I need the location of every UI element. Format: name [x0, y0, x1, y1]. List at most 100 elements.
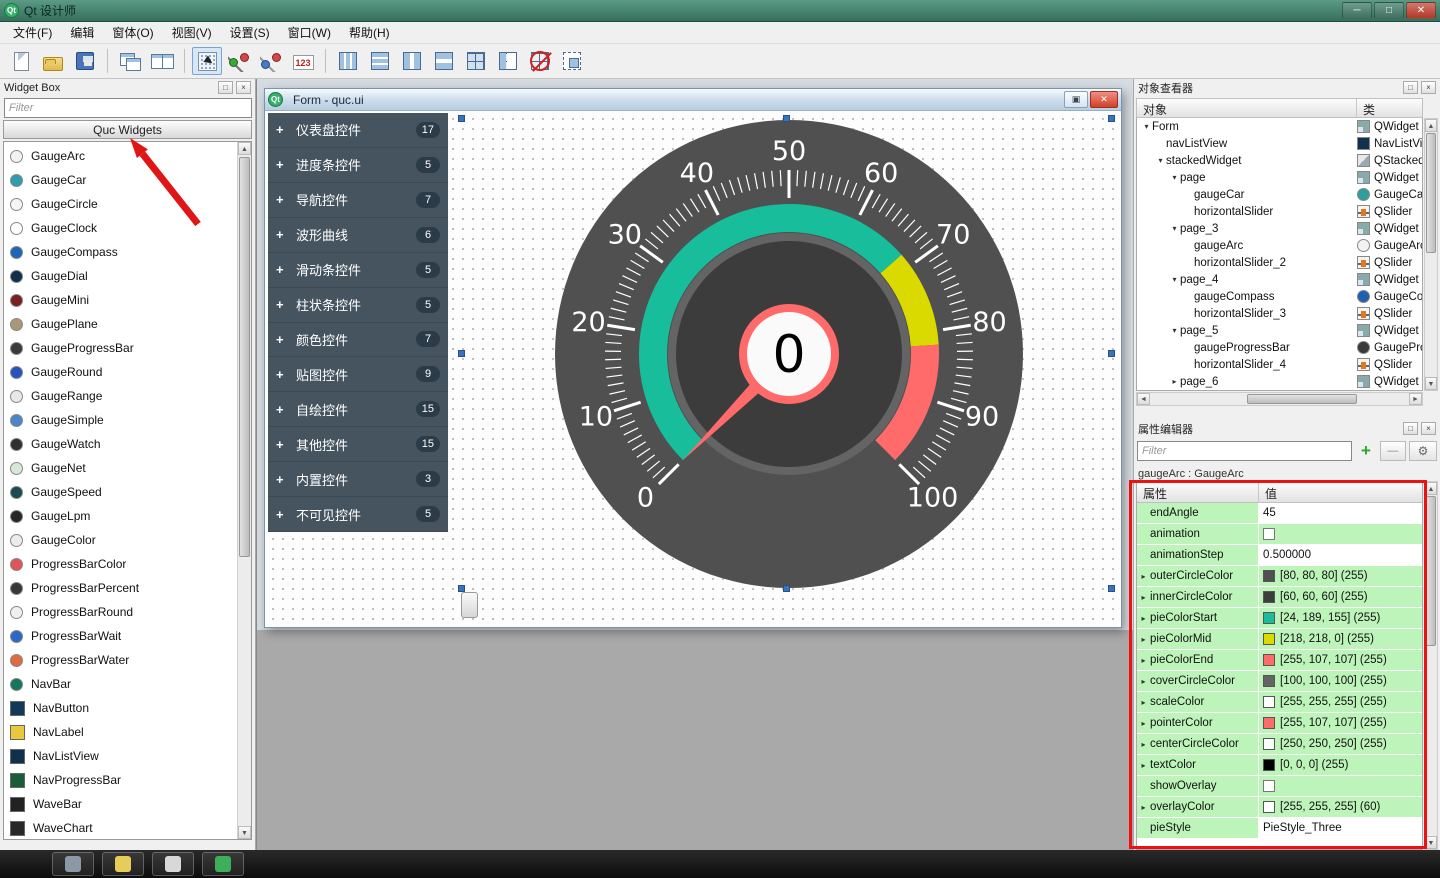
object-tree-vscrollbar[interactable]: ▲ ▼ — [1424, 118, 1438, 391]
property-row[interactable]: ▸textColor[0, 0, 0] (255) — [1137, 755, 1422, 776]
object-tree-hscrollbar[interactable]: ◄ ► — [1136, 392, 1423, 406]
property-value-cell[interactable]: [100, 100, 100] (255) — [1259, 671, 1422, 691]
widget-list-item[interactable]: GaugeSimple — [4, 408, 251, 432]
expand-arrow-icon[interactable]: ▸ — [1137, 803, 1150, 812]
property-row[interactable]: ▸scaleColor[255, 255, 255] (255) — [1137, 692, 1422, 713]
close-panel-icon[interactable]: × — [1421, 422, 1436, 435]
nav-list-item[interactable]: +波形曲线6 — [268, 218, 448, 253]
form-restore-button[interactable]: ▣ — [1064, 91, 1088, 108]
widget-list-item[interactable]: WaveBar — [4, 792, 251, 816]
widget-list-item[interactable]: NavButton — [4, 696, 251, 720]
property-row[interactable]: pieStylePieStyle_Three — [1137, 818, 1422, 839]
close-panel-icon[interactable]: × — [236, 81, 251, 94]
property-row[interactable]: endAngle45 — [1137, 503, 1422, 524]
property-value-cell[interactable]: [255, 255, 255] (255) — [1259, 692, 1422, 712]
tree-expander-icon[interactable]: ▾ — [1169, 326, 1180, 335]
widget-list-item[interactable]: GaugeColor — [4, 528, 251, 552]
tree-expander-icon[interactable]: ▾ — [1169, 224, 1180, 233]
taskbar-button[interactable] — [102, 852, 144, 876]
property-row[interactable]: ▸overlayColor[255, 255, 255] (60) — [1137, 797, 1422, 818]
tile-windows-button[interactable] — [147, 47, 177, 75]
property-row[interactable]: ▸centerCircleColor[250, 250, 250] (255) — [1137, 734, 1422, 755]
layout-vertically-button[interactable] — [333, 47, 363, 75]
scroll-up-icon[interactable]: ▲ — [1425, 119, 1437, 132]
column-class[interactable]: 类 — [1357, 99, 1422, 117]
gauge-widget[interactable]: 01020304050607080901000 — [554, 119, 1024, 589]
tree-expander-icon[interactable]: ▾ — [1169, 275, 1180, 284]
object-tree-row[interactable]: ▾FormQWidget — [1137, 118, 1422, 135]
property-row[interactable]: ▸pieColorStart[24, 189, 155] (255) — [1137, 608, 1422, 629]
form-close-button[interactable]: ✕ — [1090, 91, 1118, 108]
horizontal-slider-widget[interactable] — [461, 592, 478, 618]
break-layout-button[interactable] — [525, 47, 555, 75]
scroll-up-icon[interactable]: ▲ — [238, 142, 251, 155]
edit-widgets-button[interactable] — [192, 47, 222, 75]
widget-list-item[interactable]: GaugeCompass — [4, 240, 251, 264]
form-titlebar[interactable]: Qt Form - quc.ui ▣ ✕ — [265, 89, 1121, 111]
object-tree-row[interactable]: ▸page_6QWidget — [1137, 373, 1422, 390]
expand-arrow-icon[interactable]: ▸ — [1137, 572, 1150, 581]
nav-list-item[interactable]: +内置控件3 — [268, 462, 448, 497]
expand-arrow-icon[interactable]: ▸ — [1137, 761, 1150, 770]
tree-expander-icon[interactable]: ▾ — [1141, 122, 1152, 131]
expand-arrow-icon[interactable]: ▸ — [1137, 677, 1150, 686]
property-row[interactable]: animationStep0.500000 — [1137, 545, 1422, 566]
float-panel-icon[interactable]: □ — [1403, 81, 1418, 94]
object-tree-row[interactable]: gaugeCarGaugeCar — [1137, 186, 1422, 203]
widget-list-item[interactable]: WaveChart — [4, 816, 251, 840]
widget-list-item[interactable]: GaugePlane — [4, 312, 251, 336]
taskbar-button[interactable] — [202, 852, 244, 876]
nav-list-item[interactable]: +柱状条控件5 — [268, 288, 448, 323]
open-form-button[interactable] — [38, 47, 68, 75]
object-tree-row[interactable]: ▾page_4QWidget — [1137, 271, 1422, 288]
property-row[interactable]: ▸innerCircleColor[60, 60, 60] (255) — [1137, 587, 1422, 608]
column-property[interactable]: 属性 — [1137, 482, 1259, 502]
widget-list-item[interactable]: NavListView — [4, 744, 251, 768]
expand-arrow-icon[interactable]: ▸ — [1137, 698, 1150, 707]
selection-handle[interactable] — [1108, 115, 1115, 122]
property-value-cell[interactable]: [80, 80, 80] (255) — [1259, 566, 1422, 586]
property-table-vscrollbar[interactable]: ▲ ▼ — [1424, 481, 1438, 850]
property-row[interactable]: ▸pieColorMid[218, 218, 0] (255) — [1137, 629, 1422, 650]
taskbar-button[interactable] — [152, 852, 194, 876]
scroll-down-icon[interactable]: ▼ — [1425, 377, 1437, 390]
layout-splitter-vertical-button[interactable] — [429, 47, 459, 75]
remove-property-button[interactable]: — — [1380, 441, 1406, 461]
layout-form-button[interactable] — [493, 47, 523, 75]
nav-list-item[interactable]: +滑动条控件5 — [268, 253, 448, 288]
expand-arrow-icon[interactable]: ▸ — [1137, 740, 1150, 749]
object-tree-row[interactable]: ▾page_5QWidget — [1137, 322, 1422, 339]
widget-list-item[interactable]: NavProgressBar — [4, 768, 251, 792]
widget-list-item[interactable]: ProgressBarWater — [4, 648, 251, 672]
menu-item[interactable]: 窗体(O) — [103, 21, 162, 44]
selection-handle[interactable] — [1108, 350, 1115, 357]
selection-handle[interactable] — [783, 115, 790, 122]
scrollbar-thumb[interactable] — [1247, 394, 1357, 404]
property-row[interactable]: ▸pieColorEnd[255, 107, 107] (255) — [1137, 650, 1422, 671]
property-row[interactable]: ▸outerCircleColor[80, 80, 80] (255) — [1137, 566, 1422, 587]
property-value-cell[interactable]: [250, 250, 250] (255) — [1259, 734, 1422, 754]
scroll-up-icon[interactable]: ▲ — [1425, 482, 1437, 495]
property-row[interactable]: ▸coverCircleColor[100, 100, 100] (255) — [1137, 671, 1422, 692]
column-object[interactable]: 对象 — [1137, 99, 1357, 117]
expand-arrow-icon[interactable]: ▸ — [1137, 719, 1150, 728]
object-tree-row[interactable]: horizontalSlider_3QSlider — [1137, 305, 1422, 322]
property-value-cell[interactable]: [255, 255, 255] (60) — [1259, 797, 1422, 817]
maximize-button[interactable]: □ — [1374, 2, 1404, 19]
widget-list-item[interactable]: GaugeWatch — [4, 432, 251, 456]
widget-list-item[interactable]: ProgressBarRound — [4, 600, 251, 624]
layout-splitter-horizontal-button[interactable] — [397, 47, 427, 75]
layout-horizontally-button[interactable] — [365, 47, 395, 75]
widget-category-header[interactable]: Quc Widgets — [3, 120, 252, 139]
adjust-size-button[interactable] — [557, 47, 587, 75]
float-panel-icon[interactable]: □ — [218, 81, 233, 94]
add-property-button[interactable]: + — [1355, 441, 1377, 461]
expand-arrow-icon[interactable]: ▸ — [1137, 656, 1150, 665]
nav-list-item[interactable]: +自绘控件15 — [268, 392, 448, 427]
property-value-cell[interactable]: [255, 107, 107] (255) — [1259, 713, 1422, 733]
object-tree-row[interactable]: ▾stackedWidgetQStackedWidget — [1137, 152, 1422, 169]
taskbar-button[interactable] — [52, 852, 94, 876]
selection-handle[interactable] — [458, 350, 465, 357]
property-value-cell[interactable]: [218, 218, 0] (255) — [1259, 629, 1422, 649]
selection-handle[interactable] — [458, 585, 465, 592]
